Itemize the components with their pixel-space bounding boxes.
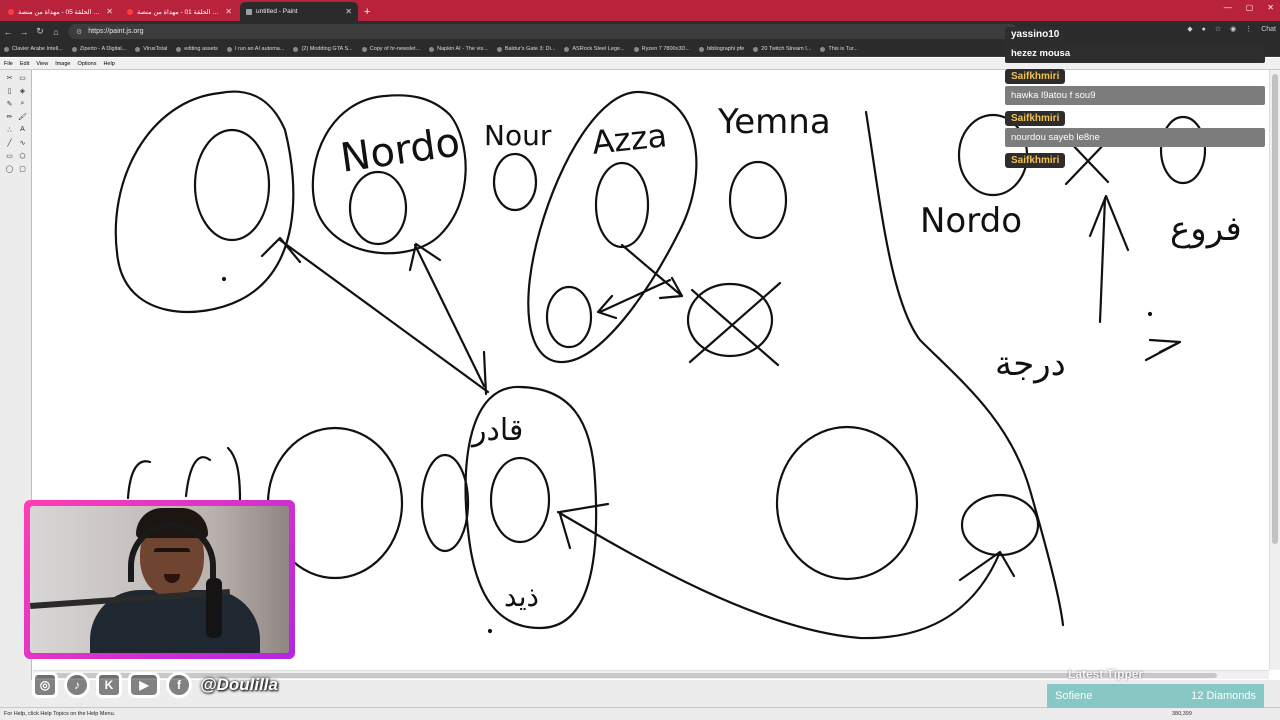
drawn-arrow (620, 243, 684, 300)
drawn-dot (1147, 311, 1153, 317)
drawn-arrow (482, 350, 488, 396)
drawn-arrow (596, 278, 672, 320)
label-nordo-right: Nordo (920, 201, 1022, 241)
chat-text: nourdou sayeb le8ne (1005, 128, 1265, 147)
drawn-crossed-circle (686, 282, 774, 358)
drawn-small-circle (960, 493, 1040, 557)
label-arabic-center-bottom: ذيد (504, 580, 539, 613)
chat-message: Saifkhmiri nourdou sayeb le8ne (1005, 108, 1265, 147)
drawn-small-circle (545, 285, 593, 349)
drawn-small-circle (489, 456, 551, 544)
latest-tipper-box: Sofiene 12 Diamonds (1047, 684, 1264, 708)
drawn-cross (688, 281, 782, 367)
drawn-small-circle (728, 160, 788, 240)
microphone (206, 578, 222, 638)
webcam-frame (24, 500, 295, 659)
tiktok-icon: ♪ (64, 672, 90, 698)
drawn-circle-cluster (126, 446, 242, 502)
drawn-small-circle (420, 453, 470, 553)
facebook-icon: f (166, 672, 192, 698)
drawn-small-circle (193, 128, 271, 242)
label-arabic-bottom-right: درجة (995, 344, 1066, 384)
social-handles: ◎ ♪ K ▶ f @Doulilla (32, 672, 278, 698)
drawn-small-circle (348, 170, 408, 246)
drawn-arrow (408, 242, 486, 388)
drawn-dot (221, 276, 227, 282)
tipper-name: Sofiene (1055, 690, 1093, 702)
chat-username: Saifkhmiri (1005, 111, 1066, 126)
label-azza: Azza (590, 116, 669, 162)
tipper-amount: 12 Diamonds (1191, 690, 1256, 702)
drawn-small-circle (492, 152, 538, 212)
drawn-up-arrow (1088, 194, 1130, 324)
drawn-dot (487, 628, 493, 634)
label-nordo-top: Nordo (338, 119, 463, 181)
social-handle: @Doulilla (200, 675, 278, 694)
label-yemna: Yemna (717, 102, 831, 142)
drawn-curved-arrow (556, 502, 1016, 640)
drawn-left-arrow (1144, 338, 1182, 362)
label-arabic-center: قادر (470, 413, 523, 448)
chat-text: hawka l9atou f sou9 (1005, 86, 1265, 105)
chat-message: Saifkhmiri (1005, 150, 1265, 168)
drawn-circle (775, 425, 919, 581)
youtube-icon: ▶ (128, 672, 160, 698)
chat-message: yassino10 hezez mousa (1005, 24, 1265, 63)
chat-text: hezez mousa (1005, 44, 1265, 63)
kick-icon: K (96, 672, 122, 698)
chat-message: Saifkhmiri hawka l9atou f sou9 (1005, 66, 1265, 105)
stream-chat-overlay: yassino10 hezez mousa Saifkhmiri hawka l9at… (1005, 24, 1265, 171)
chat-username: yassino10 (1005, 27, 1066, 42)
label-arabic-right: فروع (1170, 209, 1242, 249)
drawn-small-circle (594, 161, 650, 249)
webcam-video (30, 506, 289, 653)
label-nour: Nour (484, 119, 552, 152)
instagram-icon: ◎ (32, 672, 58, 698)
chat-username: Saifkhmiri (1005, 153, 1066, 168)
chat-username: Saifkhmiri (1005, 69, 1066, 84)
latest-tipper-label: Latest Tipper (1068, 667, 1144, 681)
drawn-arrow (260, 236, 490, 394)
